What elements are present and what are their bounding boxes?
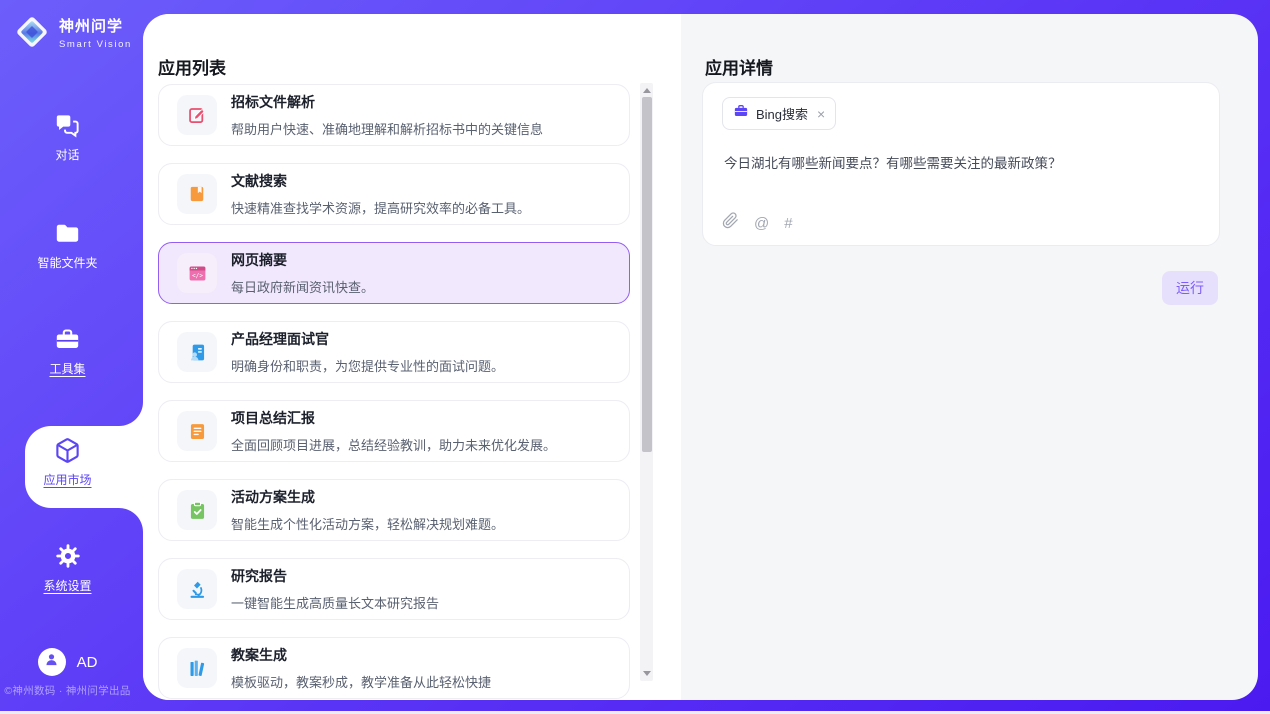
briefcase-icon	[0, 326, 135, 353]
app-item-description: 智能生成个性化活动方案，轻松解决规划难题。	[231, 514, 504, 533]
brand-subtitle: Smart Vision	[59, 39, 132, 50]
gear-icon	[0, 543, 135, 570]
microscope-icon	[177, 569, 217, 609]
app-list-item[interactable]: </> 网页摘要 每日政府新闻资讯快查。	[158, 242, 630, 304]
brand-name: 神州问学	[59, 19, 132, 36]
sidebar-item-label: 智能文件夹	[37, 254, 97, 271]
app-list: 招标文件解析 帮助用户快速、准确地理解和解析招标书中的关键信息 文献搜索 快速精…	[158, 84, 630, 700]
app-detail-title: 应用详情	[705, 54, 773, 79]
user-initials: AD	[77, 654, 98, 671]
svg-text:</>: </>	[191, 272, 202, 279]
app-item-title: 项目总结汇报	[231, 408, 556, 428]
note-icon	[177, 411, 217, 451]
browser-code-icon: </>	[177, 253, 217, 293]
run-button[interactable]: 运行	[1162, 271, 1218, 305]
app-item-description: 一键智能生成高质量长文本研究报告	[231, 593, 439, 612]
prompt-toolbar: @ #	[722, 212, 793, 234]
folder-icon	[0, 220, 135, 247]
app-list-item[interactable]: 招标文件解析 帮助用户快速、准确地理解和解析招标书中的关键信息	[158, 84, 630, 146]
tool-chip-bing-search[interactable]: Bing搜索 ×	[722, 97, 836, 130]
app-item-title: 研究报告	[231, 566, 439, 586]
sidebar-item-label: 工具集	[49, 360, 85, 377]
app-list-panel: 应用列表 招标文件解析 帮助用户快速、准确地理解和解析招标书中的关键信息 文献搜…	[143, 14, 681, 700]
paperclip-icon[interactable]	[722, 212, 739, 234]
prompt-input[interactable]: Bing搜索 × 今日湖北有哪些新闻要点？有哪些需要关注的最新政策？ @ #	[702, 82, 1220, 246]
clipboard-check-icon	[177, 490, 217, 530]
app-list-item[interactable]: 项目总结汇报 全面回顾项目进展，总结经验教训，助力未来优化发展。	[158, 400, 630, 462]
sidebar-item-app-market[interactable]: 应用市场	[0, 437, 135, 489]
sidebar-item-toolset[interactable]: 工具集	[0, 326, 135, 378]
scroll-down-arrow-icon[interactable]	[640, 667, 653, 680]
main-container: 应用列表 招标文件解析 帮助用户快速、准确地理解和解析招标书中的关键信息 文献搜…	[143, 14, 1258, 700]
book-icon	[177, 174, 217, 214]
cube-icon	[0, 437, 135, 464]
brand-logo: 神州问学 Smart Vision	[13, 13, 132, 56]
chip-close-icon[interactable]: ×	[817, 107, 825, 121]
app-list-item[interactable]: 研究报告 一键智能生成高质量长文本研究报告	[158, 558, 630, 620]
gem-logo-icon	[13, 13, 51, 56]
copyright-footer: ©神州数码 · 神州问学出品	[0, 683, 135, 698]
sidebar-item-chat[interactable]: 对话	[0, 112, 135, 164]
app-list-scrollbar[interactable]	[640, 83, 653, 681]
app-item-description: 明确身份和职责，为您提供专业性的面试问题。	[231, 356, 504, 375]
app-list-item[interactable]: 产品经理面试官 明确身份和职责，为您提供专业性的面试问题。	[158, 321, 630, 383]
sidebar-item-label: 对话	[55, 146, 79, 163]
sidebar-item-settings[interactable]: 系统设置	[0, 543, 135, 595]
app-item-description: 全面回顾项目进展，总结经验教训，助力未来优化发展。	[231, 435, 556, 454]
app-item-description: 模板驱动，教案秒成，教学准备从此轻松快捷	[231, 672, 491, 691]
books-icon	[177, 648, 217, 688]
app-item-title: 教案生成	[231, 645, 491, 665]
chat-icon	[0, 112, 135, 139]
app-item-description: 快速精准查找学术资源，提高研究效率的必备工具。	[231, 198, 530, 217]
sidebar-item-label: 系统设置	[43, 577, 91, 594]
app-item-title: 招标文件解析	[231, 92, 543, 112]
app-list-title: 应用列表	[158, 54, 226, 79]
app-item-title: 产品经理面试官	[231, 329, 504, 349]
app-window: 神州问学 Smart Vision 对话 智能文件夹 工具集 应用市场 系统设置…	[0, 0, 1270, 714]
sidebar: 神州问学 Smart Vision 对话 智能文件夹 工具集 应用市场 系统设置…	[0, 0, 135, 714]
sidebar-item-smart-folder[interactable]: 智能文件夹	[0, 220, 135, 272]
user-account[interactable]: AD	[0, 648, 135, 676]
hashtag-icon[interactable]: #	[784, 215, 792, 232]
avatar	[38, 648, 66, 676]
app-item-description: 每日政府新闻资讯快查。	[231, 277, 374, 296]
app-list-item[interactable]: 文献搜索 快速精准查找学术资源，提高研究效率的必备工具。	[158, 163, 630, 225]
app-item-title: 网页摘要	[231, 250, 374, 270]
sidebar-item-label: 应用市场	[43, 471, 91, 488]
app-list-item[interactable]: 教案生成 模板驱动，教案秒成，教学准备从此轻松快捷	[158, 637, 630, 699]
resume-icon	[177, 332, 217, 372]
scroll-up-arrow-icon[interactable]	[640, 84, 653, 97]
app-item-title: 文献搜索	[231, 171, 530, 191]
app-item-title: 活动方案生成	[231, 487, 504, 507]
user-icon	[43, 651, 60, 673]
app-list-item[interactable]: 活动方案生成 智能生成个性化活动方案，轻松解决规划难题。	[158, 479, 630, 541]
doc-edit-icon	[177, 95, 217, 135]
mention-icon[interactable]: @	[754, 215, 769, 232]
app-item-description: 帮助用户快速、准确地理解和解析招标书中的关键信息	[231, 119, 543, 138]
tool-chip-label: Bing搜索	[756, 104, 808, 123]
app-detail-panel: 应用详情 Bing搜索 × 今日湖北有哪些新闻要点？有哪些需要关注的最新政策？ …	[681, 14, 1258, 700]
scrollbar-thumb[interactable]	[642, 97, 652, 452]
query-text: 今日湖北有哪些新闻要点？有哪些需要关注的最新政策？	[724, 152, 1200, 172]
briefcase-icon	[733, 103, 749, 124]
